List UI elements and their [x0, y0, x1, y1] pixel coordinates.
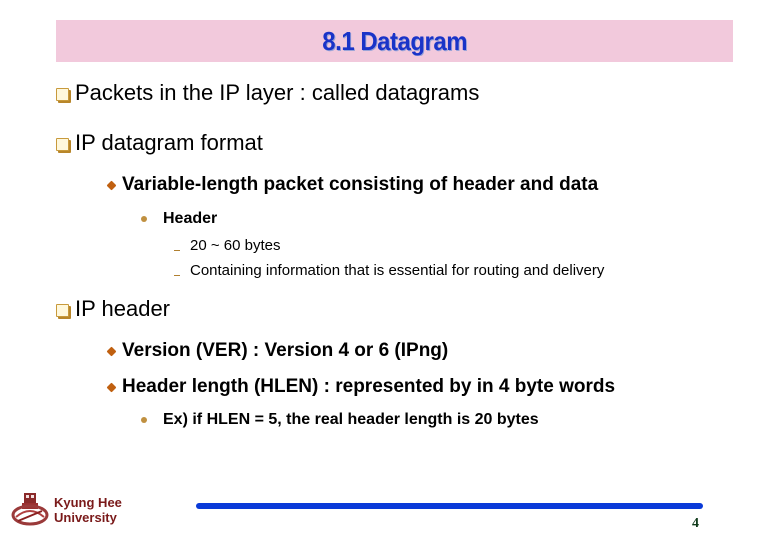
bullet-text: Packets in the IP layer : called datagra…: [75, 80, 480, 105]
bullet-item: Packets in the IP layer : called datagra…: [56, 80, 479, 106]
bullet-text: Containing information that is essential…: [190, 262, 605, 279]
dot-bullet-icon: [141, 216, 147, 222]
title-bar: 8.1 Datagram: [56, 20, 733, 62]
bullet-item: 20 ~ 60 bytes: [174, 237, 280, 254]
bullet-text: 20 ~ 60 bytes: [190, 237, 281, 254]
bullet-text: Header: [163, 210, 218, 227]
university-emblem-icon: [11, 493, 49, 526]
page-number: 4: [692, 516, 699, 531]
bullet-item: Ex) if HLEN = 5, the real header length …: [141, 411, 539, 429]
bullet-item: Header: [141, 210, 217, 228]
bullet-text: IP datagram format: [75, 130, 263, 155]
diamond-bullet-icon: [106, 382, 117, 392]
bullet-item: Version (VER) : Version 4 or 6 (IPng): [106, 340, 448, 362]
dot-bullet-icon: [141, 417, 147, 423]
bullet-text: IP header: [75, 296, 171, 321]
bullet-item: Header length (HLEN) : represented by in…: [106, 376, 615, 398]
dash-bullet-icon: [174, 250, 180, 251]
square-bullet-icon: [56, 87, 69, 101]
slide-title: 8.1 Datagram: [322, 25, 467, 56]
bullet-item: IP datagram format: [56, 130, 263, 156]
university-logo: Kyung Hee University: [10, 490, 140, 530]
square-bullet-icon: [56, 137, 69, 151]
bullet-text: Variable-length packet consisting of hea…: [122, 174, 599, 195]
bullet-item: Variable-length packet consisting of hea…: [106, 174, 598, 196]
bullet-item: Containing information that is essential…: [174, 262, 604, 279]
bullet-item: IP header: [56, 296, 170, 322]
bullet-text: Header length (HLEN) : represented by in…: [122, 376, 616, 397]
footer-divider: [196, 503, 703, 509]
diamond-bullet-icon: [106, 346, 117, 356]
logo-line2: University: [54, 510, 117, 525]
dash-bullet-icon: [174, 275, 180, 276]
diamond-bullet-icon: [106, 180, 117, 190]
bullet-text: Ex) if HLEN = 5, the real header length …: [163, 411, 539, 428]
square-bullet-icon: [56, 303, 69, 317]
bullet-text: Version (VER) : Version 4 or 6 (IPng): [122, 340, 449, 361]
logo-line1: Kyung Hee: [54, 495, 122, 510]
